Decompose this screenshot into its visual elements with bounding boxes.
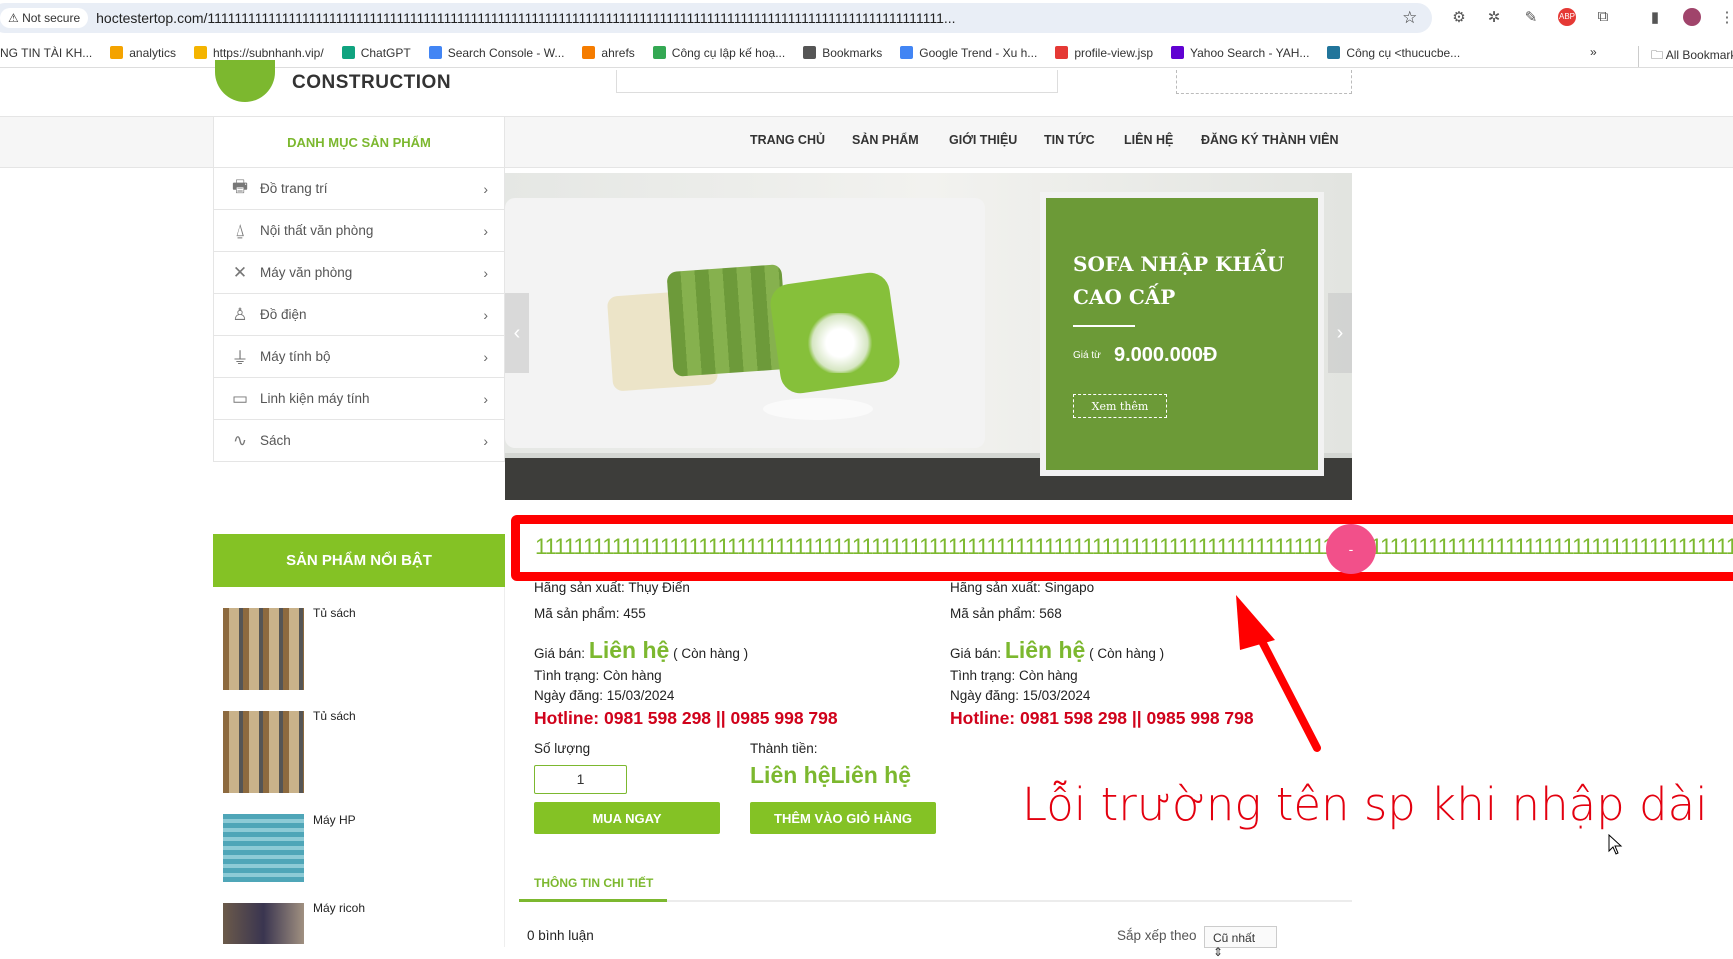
arrow-head: [1236, 595, 1275, 650]
annotation-text: Lỗi trường tên sp khi nhập dài: [1022, 778, 1708, 831]
mouse-cursor-icon: [1608, 834, 1623, 855]
